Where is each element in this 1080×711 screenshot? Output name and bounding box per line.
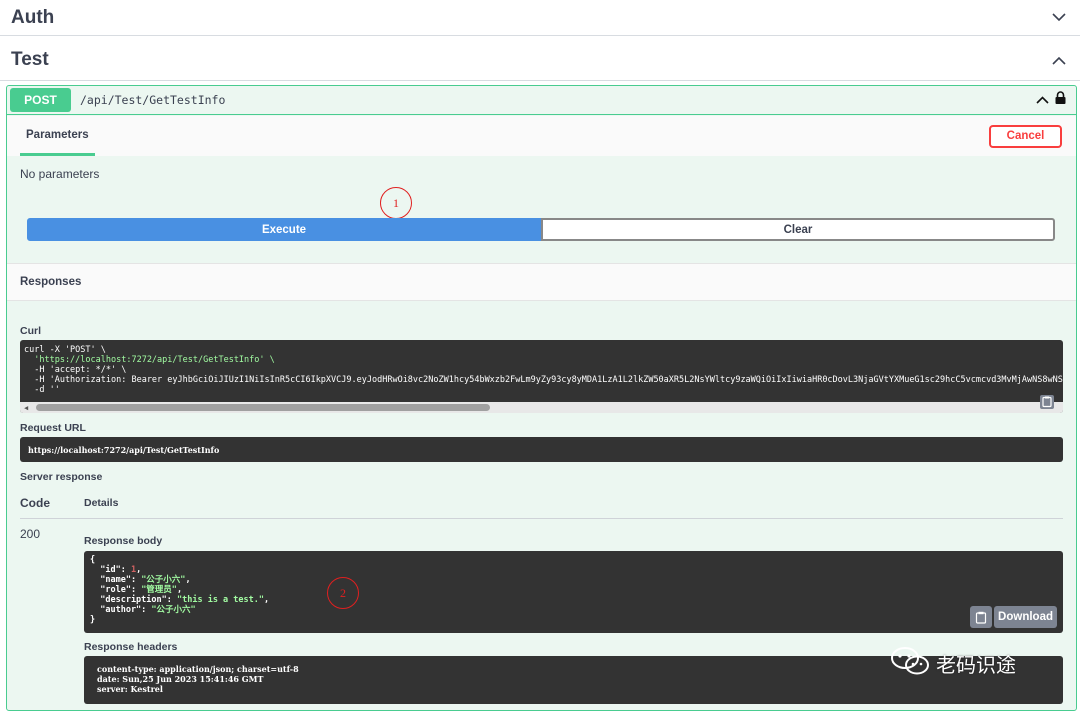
json-key: "id": [90,565,131,575]
responses-header: Responses [7,263,1076,301]
watermark: 老码识途 [890,646,1016,681]
request-url-label: Request URL [20,422,86,434]
json-line: "id": 1, [90,565,142,575]
json-value: "公子小六" [141,575,186,585]
operation-block: POST /api/Test/GetTestInfo Parameters Ca… [6,85,1077,711]
section-title-test: Test [11,49,49,70]
method-badge: POST [10,88,71,112]
chevron-up-icon[interactable] [1036,91,1049,109]
code-column-header: Code [20,496,50,510]
download-button[interactable]: Download [994,606,1057,628]
no-parameters-text: No parameters [20,167,100,181]
cancel-button[interactable]: Cancel [989,124,1062,148]
json-key: "description": [90,595,177,605]
annotation-marker-2: 2 [327,577,359,609]
json-value: 1 [130,565,137,575]
curl-line: -H 'accept: */*' \ [24,365,127,375]
lock-icon[interactable] [1055,91,1066,109]
responses-title: Responses [20,276,82,288]
details-column-header: Details [84,497,119,509]
curl-line: -H 'Authorization: Bearer eyJhbGciOiJIUz… [24,375,1063,385]
curl-line: -d '' [24,385,60,395]
watermark-text: 老码识途 [936,653,1016,677]
chevron-down-icon[interactable] [1048,7,1070,29]
copy-to-clipboard-icon[interactable] [1039,394,1057,412]
server-response-label: Server response [20,471,103,483]
json-value: "管理员" [141,585,177,595]
header-line: server: Kestrel [97,684,163,694]
scrollbar-thumb[interactable] [36,404,490,411]
section-title-auth: Auth [11,6,55,28]
execute-controls: Execute Clear [27,218,1055,241]
curl-code-block[interactable]: curl -X 'POST' \ 'https://localhost:7272… [20,340,1063,413]
json-line: "role": "管理员", [90,585,183,595]
endpoint-path: /api/Test/GetTestInfo [80,93,226,107]
section-header-auth[interactable]: Auth [0,0,1080,36]
annotation-marker-1: 1 [380,187,412,219]
section-header-test[interactable]: Test [0,40,1080,81]
curl-line: 'https://localhost:7272/api/Test/GetTest… [24,355,275,365]
curl-label: Curl [20,325,41,337]
json-line: "description": "this is a test.", [90,595,270,605]
json-line: "name": "公子小六", [90,575,191,585]
clear-button[interactable]: Clear [541,218,1055,241]
request-url-value: https://localhost:7272/api/Test/GetTestI… [20,437,1063,462]
json-value: "this is a test." [177,595,264,605]
execute-button[interactable]: Execute [27,218,541,241]
response-body-code-block[interactable]: { "id": 1, "name": "公子小六", "role": "管理员"… [84,551,1063,633]
response-headers-label: Response headers [84,641,178,653]
response-body-label: Response body [84,535,163,547]
json-key: "name": [90,575,142,585]
json-line: { [90,555,96,565]
parameters-header: Parameters Cancel [7,116,1076,156]
tab-parameters[interactable]: Parameters [20,116,95,156]
status-code: 200 [20,527,41,541]
json-value: "公子小六" [151,605,196,615]
json-key: "role": [90,585,142,595]
scroll-left-arrow-icon[interactable]: ◀ [24,403,28,413]
table-divider [20,518,1063,519]
json-key: "author": [90,605,152,615]
copy-response-icon[interactable] [970,606,992,628]
wechat-icon [890,646,930,681]
chevron-up-icon[interactable] [1048,49,1070,71]
json-line: } [90,615,96,625]
json-line: "author": "公子小六" [90,605,1057,615]
curl-line: curl -X 'POST' \ [24,345,106,355]
horizontal-scrollbar[interactable]: ◀ [20,402,1063,413]
operation-summary[interactable]: POST /api/Test/GetTestInfo [7,86,1076,115]
